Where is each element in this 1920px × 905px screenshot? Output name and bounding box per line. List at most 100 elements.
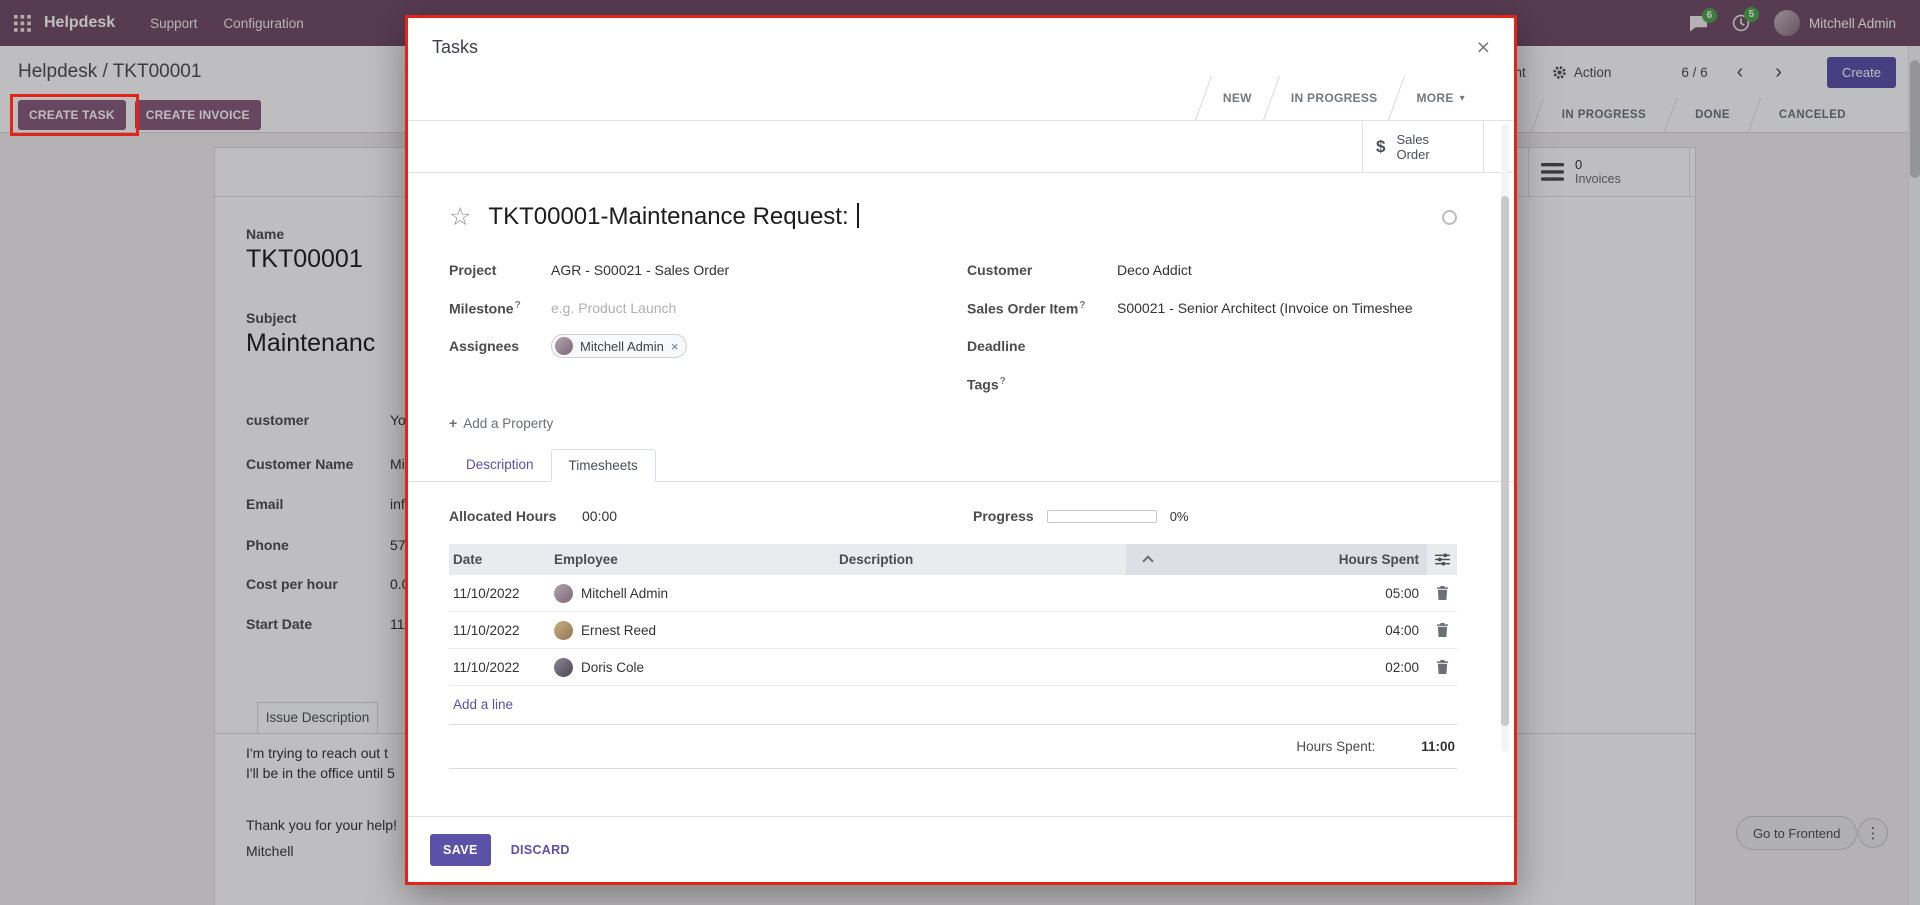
optional-columns-button[interactable]	[1427, 553, 1457, 566]
left-column: Project AGR - S00021 - Sales Order Miles…	[449, 251, 967, 403]
trash-icon	[1436, 586, 1449, 600]
timesheets-pane: Allocated Hours 00:00 Progress 0% Date E…	[408, 482, 1514, 769]
timesheet-row[interactable]: 11/10/2022 Mitchell Admin 05:00	[449, 575, 1457, 612]
total-hours-label: Hours Spent:	[1296, 739, 1375, 754]
trash-icon	[1436, 660, 1449, 674]
customer-row: Customer Deco Addict	[967, 251, 1457, 289]
header-employee[interactable]: Employee	[554, 552, 839, 567]
customer-label: Customer	[967, 262, 1117, 278]
milestone-label: Milestone?	[449, 300, 551, 317]
screen: Helpdesk Support Configuration 6 5 Mitch…	[0, 0, 1920, 905]
timesheet-table: Date Employee Description Hours Spent 11…	[449, 544, 1457, 769]
milestone-row: Milestone? e.g. Product Launch	[449, 289, 967, 327]
delete-row-button[interactable]	[1427, 586, 1457, 600]
header-description[interactable]: Description	[839, 552, 1126, 567]
task-statusbar: NEW IN PROGRESS MORE ▾	[1203, 76, 1484, 120]
allocated-hours-field[interactable]: 00:00	[582, 508, 617, 524]
task-stage-new[interactable]: NEW	[1204, 76, 1271, 120]
cell-employee[interactable]: Ernest Reed	[554, 621, 839, 640]
allocated-hours-label: Allocated Hours	[449, 508, 582, 524]
table-header-row: Date Employee Description Hours Spent	[449, 544, 1457, 575]
assignees-label: Assignees	[449, 338, 551, 354]
task-title-row: ☆ TKT00001-Maintenance Request:	[449, 203, 1457, 231]
header-date[interactable]: Date	[449, 552, 554, 567]
sales-order-item-row: Sales Order Item? S00021 - Senior Archit…	[967, 289, 1457, 327]
discard-button[interactable]: DISCARD	[511, 843, 570, 857]
modal-title: Tasks	[432, 37, 478, 58]
assignee-tag[interactable]: Mitchell Admin ×	[551, 334, 687, 358]
cell-hours[interactable]: 05:00	[1126, 586, 1427, 601]
task-statusbar-row: NEW IN PROGRESS MORE ▾	[408, 76, 1514, 121]
add-property-button[interactable]: + Add a Property	[449, 415, 1457, 431]
progress-bar	[1047, 510, 1157, 523]
progress-label: Progress	[973, 508, 1034, 524]
help-marker: ?	[1000, 376, 1006, 387]
remove-tag-icon[interactable]: ×	[671, 339, 679, 354]
tags-label: Tags?	[967, 376, 1117, 393]
task-title-input[interactable]: TKT00001-Maintenance Request:	[488, 203, 859, 231]
task-stage-in-progress[interactable]: IN PROGRESS	[1272, 76, 1397, 120]
sales-order-item-label: Sales Order Item?	[967, 300, 1117, 317]
cell-date[interactable]: 11/10/2022	[449, 586, 554, 601]
delete-row-button[interactable]	[1427, 660, 1457, 674]
total-hours-value: 11:00	[1421, 739, 1455, 754]
task-stage-more[interactable]: MORE ▾	[1397, 76, 1484, 120]
employee-avatar	[554, 621, 573, 640]
sales-order-label: Sales Order	[1396, 132, 1442, 162]
deadline-label: Deadline	[967, 338, 1117, 354]
help-marker: ?	[1079, 300, 1085, 311]
sort-ascending-icon	[1142, 555, 1153, 566]
help-marker: ?	[515, 300, 521, 311]
save-button[interactable]: SAVE	[430, 834, 491, 866]
task-sheet: ☆ TKT00001-Maintenance Request: Project …	[408, 173, 1514, 431]
tab-description[interactable]: Description	[449, 449, 551, 482]
project-field[interactable]: AGR - S00021 - Sales Order	[551, 262, 729, 278]
customer-field[interactable]: Deco Addict	[1117, 262, 1192, 278]
add-line-row: Add a line	[449, 686, 1457, 725]
add-line-button[interactable]: Add a line	[453, 697, 513, 712]
modal-footer: SAVE DISCARD	[408, 816, 1514, 882]
task-button-box: $ Sales Order	[408, 121, 1514, 173]
task-tabs: Description Timesheets	[408, 449, 1514, 482]
plus-icon: +	[449, 415, 457, 431]
favorite-star-icon[interactable]: ☆	[449, 205, 471, 230]
milestone-field[interactable]: e.g. Product Launch	[551, 300, 676, 316]
cell-date[interactable]: 11/10/2022	[449, 660, 554, 675]
chevron-down-icon: ▾	[1460, 93, 1465, 104]
progress-widget: Progress 0%	[973, 508, 1189, 524]
cell-hours[interactable]: 02:00	[1126, 660, 1427, 675]
right-column: Customer Deco Addict Sales Order Item? S…	[967, 251, 1457, 403]
timesheet-totals: Hours Spent: 11:00	[449, 725, 1457, 769]
tab-timesheets[interactable]: Timesheets	[551, 449, 656, 482]
cell-hours[interactable]: 04:00	[1126, 623, 1427, 638]
cell-date[interactable]: 11/10/2022	[449, 623, 554, 638]
modal-header: Tasks ×	[408, 18, 1514, 76]
project-row: Project AGR - S00021 - Sales Order	[449, 251, 967, 289]
modal-scrollbar-thumb[interactable]	[1501, 196, 1509, 726]
progress-value: 0%	[1170, 509, 1189, 524]
header-hours-spent[interactable]: Hours Spent	[1126, 544, 1427, 575]
cell-employee[interactable]: Mitchell Admin	[554, 584, 839, 603]
kanban-state-icon[interactable]	[1442, 210, 1457, 225]
deadline-row: Deadline	[967, 327, 1457, 365]
sales-order-stat-button[interactable]: $ Sales Order	[1362, 121, 1484, 172]
dollar-icon: $	[1376, 137, 1385, 157]
employee-avatar	[554, 584, 573, 603]
text-cursor	[857, 203, 859, 228]
timesheet-row[interactable]: 11/10/2022 Doris Cole 02:00	[449, 649, 1457, 686]
tags-row: Tags?	[967, 365, 1457, 403]
assignee-name: Mitchell Admin	[580, 339, 664, 354]
trash-icon	[1436, 623, 1449, 637]
allocated-hours-row: Allocated Hours 00:00 Progress 0%	[449, 500, 1457, 532]
assignees-row: Assignees Mitchell Admin ×	[449, 327, 967, 365]
timesheet-row[interactable]: 11/10/2022 Ernest Reed 04:00	[449, 612, 1457, 649]
tasks-modal: Tasks × NEW IN PROGRESS MORE ▾	[405, 15, 1517, 885]
project-label: Project	[449, 262, 551, 278]
delete-row-button[interactable]	[1427, 623, 1457, 637]
cell-employee[interactable]: Doris Cole	[554, 658, 839, 677]
close-icon[interactable]: ×	[1477, 36, 1490, 59]
modal-body: NEW IN PROGRESS MORE ▾ $ Sales Order	[408, 76, 1514, 816]
sales-order-item-field[interactable]: S00021 - Senior Architect (Invoice on Ti…	[1117, 300, 1413, 316]
employee-avatar	[554, 658, 573, 677]
assignee-avatar	[555, 337, 573, 355]
